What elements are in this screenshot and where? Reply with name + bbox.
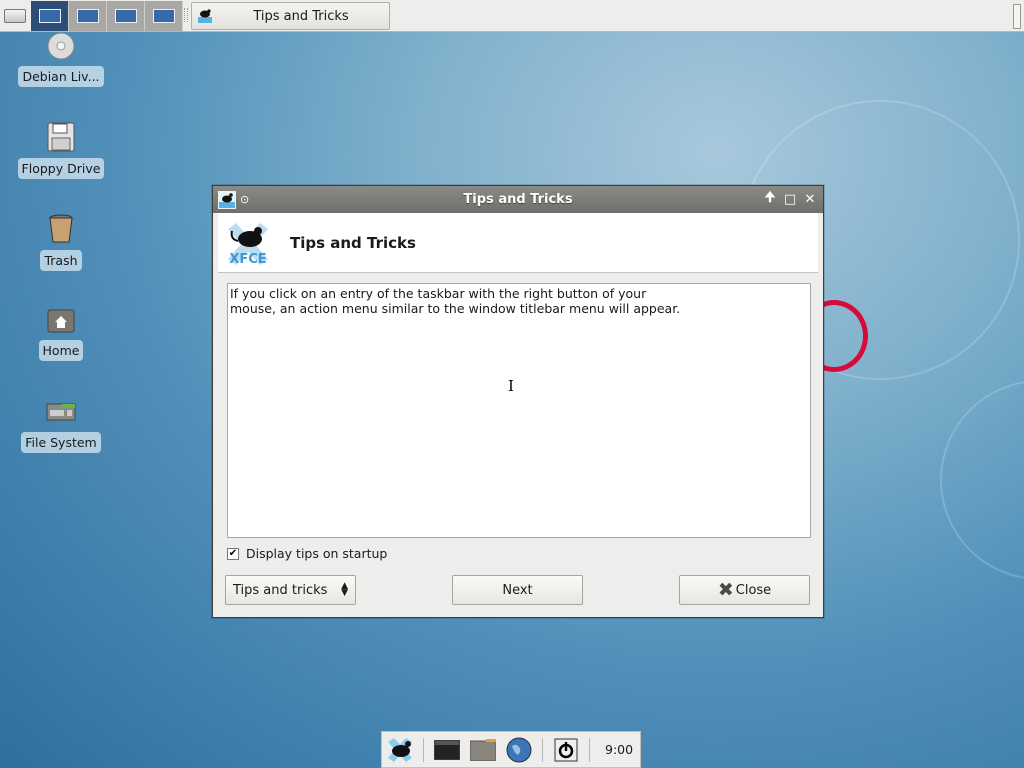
separator (589, 737, 590, 762)
desktop-icon-label: Trash (40, 250, 82, 271)
applications-menu-button[interactable] (386, 736, 414, 764)
checkbox-label: Display tips on startup (246, 546, 388, 561)
workspace-3[interactable] (107, 1, 145, 31)
desktop-icon-home[interactable]: Home (6, 306, 116, 361)
separator (542, 737, 543, 762)
tips-dialog: ⊙ Tips and Tricks 🠉 □ ✕ XFCE Tips and Tr… (212, 185, 824, 618)
top-panel: Tips and Tricks (0, 0, 1024, 32)
desktop-icon-debian-live[interactable]: Debian Liv... (6, 32, 116, 87)
close-button-label: Close (735, 582, 772, 598)
dialog-header: XFCE Tips and Tricks (218, 213, 818, 273)
trash-icon (49, 214, 73, 243)
workspace-4[interactable] (145, 1, 183, 31)
taskbar-button-tips[interactable]: Tips and Tricks (191, 2, 390, 30)
terminal-launcher[interactable] (433, 736, 461, 764)
workspace-1[interactable] (31, 1, 69, 31)
logout-button[interactable] (552, 736, 580, 764)
header-title: Tips and Tricks (290, 233, 416, 252)
panel-handle[interactable] (184, 8, 188, 22)
combo-value: Tips and tricks (233, 582, 328, 598)
desktop-icon-label: Debian Liv... (18, 66, 104, 87)
file-manager-icon (470, 738, 496, 761)
dialog-title: Tips and Tricks (463, 192, 573, 207)
checkbox-check-icon[interactable]: ✔ (227, 547, 239, 560)
web-browser-icon (506, 737, 532, 762)
desktop-icon-floppy[interactable]: Floppy Drive (6, 122, 116, 179)
xfce-menu-icon (388, 737, 412, 762)
web-browser-launcher[interactable] (505, 736, 533, 764)
desktop-icon-filesystem[interactable]: File System (6, 398, 116, 453)
tip-text-view[interactable]: If you click on an entry of the taskbar … (227, 283, 811, 538)
workspace-2[interactable] (69, 1, 107, 31)
xfce-mouse-icon (198, 9, 212, 23)
xfce-mouse-icon (218, 190, 236, 209)
show-desktop-button[interactable] (4, 9, 26, 23)
dialog-titlebar[interactable]: ⊙ Tips and Tricks 🠉 □ ✕ (213, 186, 823, 213)
drive-icon (46, 403, 76, 421)
cdrom-icon (47, 32, 75, 60)
updown-arrows-icon: ▲ ▼ (341, 581, 348, 598)
desktop-icon-trash[interactable]: Trash (6, 214, 116, 271)
svg-text:XFCE: XFCE (229, 252, 266, 267)
text-cursor-icon: I (508, 377, 514, 395)
desktop-icon-label: File System (21, 432, 101, 453)
clock[interactable]: 9:00 (605, 742, 633, 757)
floppy-icon (47, 122, 75, 152)
display-tips-checkbox[interactable]: ✔ Display tips on startup (227, 546, 387, 561)
taskbar-button-label: Tips and Tricks (253, 8, 349, 24)
next-button[interactable]: Next (452, 575, 583, 605)
next-button-label: Next (502, 582, 533, 598)
maximize-icon[interactable]: □ (783, 190, 797, 208)
window-menu-icon[interactable]: ⊙ (240, 193, 249, 206)
workspace-pager (31, 1, 183, 31)
wallpaper-swirl (940, 380, 1024, 580)
home-folder-icon (47, 309, 75, 333)
shade-icon[interactable]: 🠉 (763, 190, 777, 208)
desktop-icon-label: Floppy Drive (17, 158, 105, 179)
file-manager-launcher[interactable] (469, 736, 497, 764)
close-x-icon: ✖ (717, 579, 734, 601)
bottom-panel: 9:00 (381, 731, 641, 768)
tips-category-combo[interactable]: Tips and tricks ▲ ▼ (225, 575, 356, 605)
separator (423, 737, 424, 762)
desktop-icon-label: Home (38, 340, 84, 361)
terminal-icon (434, 739, 460, 760)
xfce-logo-icon: XFCE (228, 222, 268, 267)
close-button[interactable]: ✖ Close (679, 575, 810, 605)
logout-icon (554, 738, 578, 761)
close-icon[interactable]: ✕ (803, 190, 817, 208)
panel-resize-handle[interactable] (1013, 4, 1021, 29)
